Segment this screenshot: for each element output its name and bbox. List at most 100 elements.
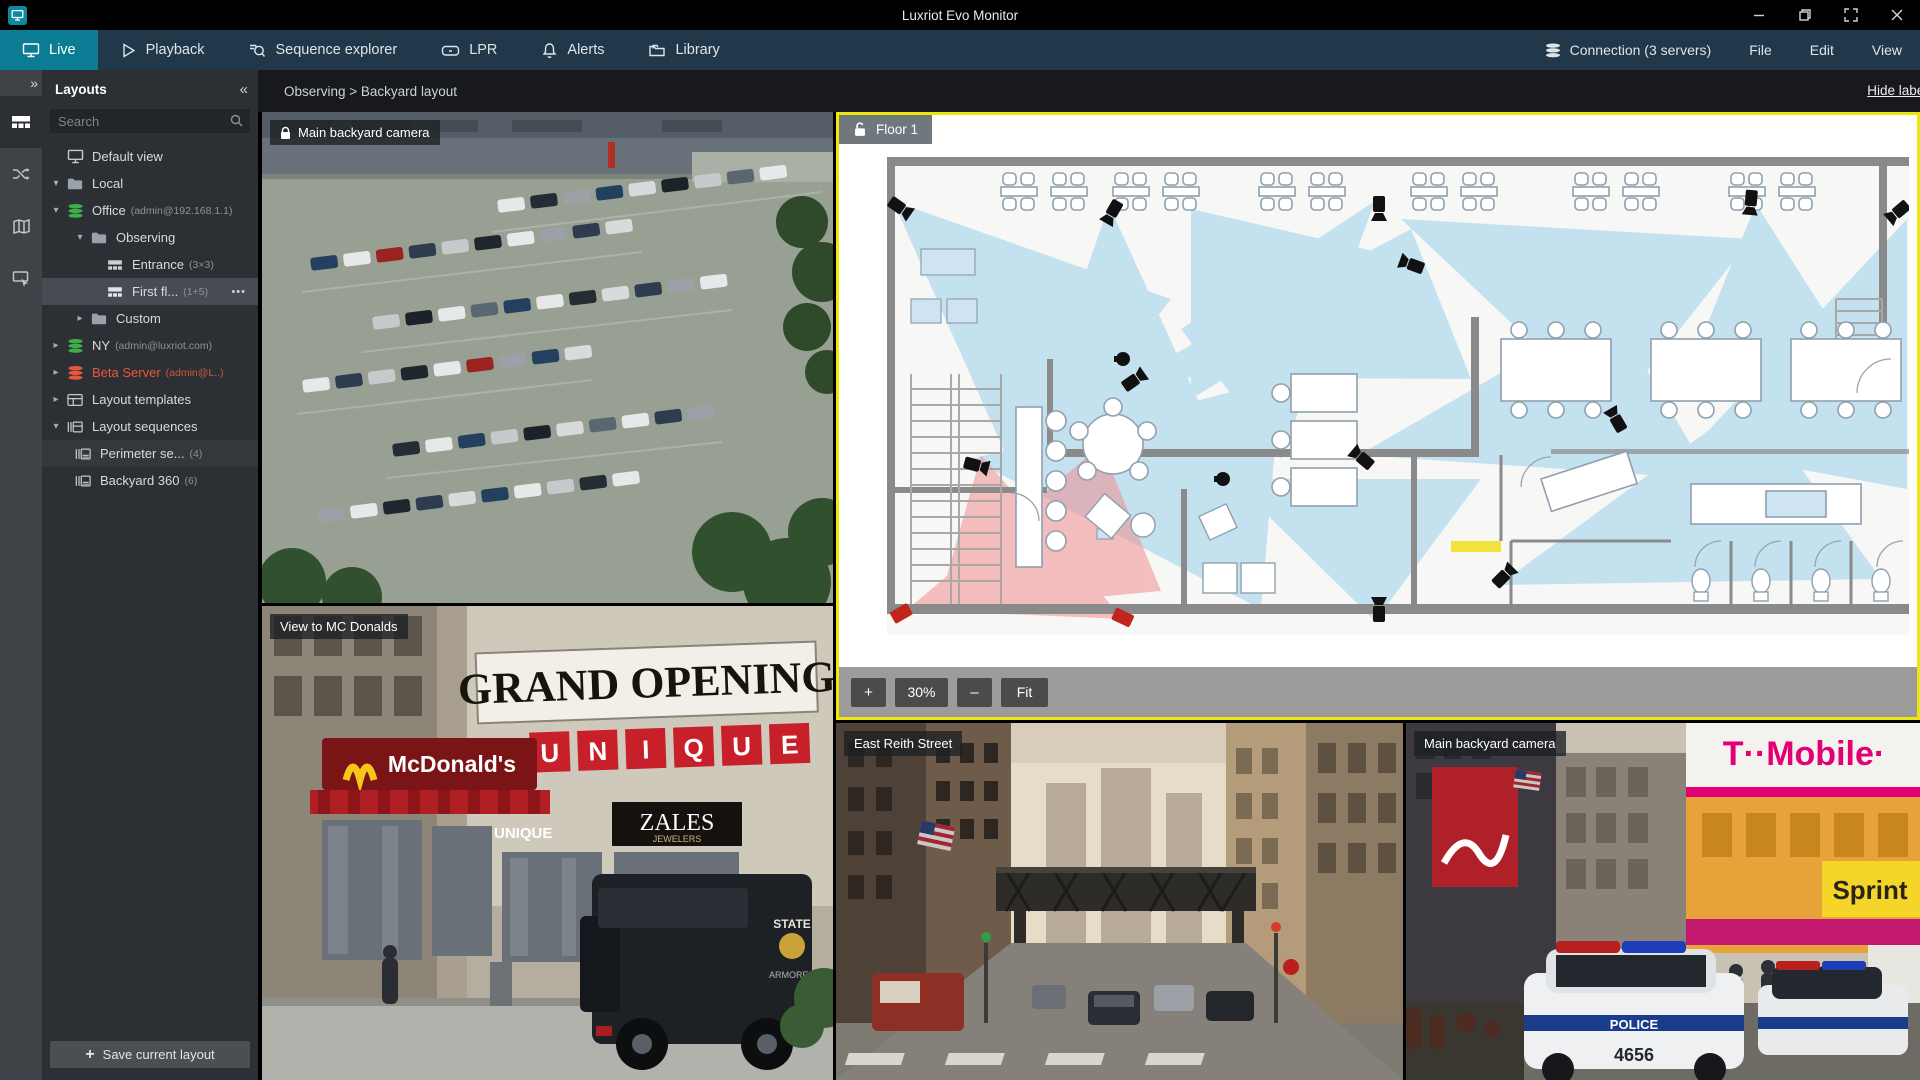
- police-car: POLICE 4656: [1524, 941, 1744, 1080]
- tab-sequence-explorer[interactable]: Sequence explorer: [226, 30, 419, 70]
- highlighted-wall-segment: [1451, 541, 1501, 552]
- left-rail: »: [0, 70, 42, 1080]
- tree-item-first-floor[interactable]: First fl... (1+5) •••: [42, 278, 258, 305]
- search-input[interactable]: [50, 109, 250, 133]
- tree-item-custom[interactable]: ▸ Custom: [42, 305, 258, 332]
- tree-item-office-server[interactable]: ▾ Office (admin@192.168.1.1): [42, 197, 258, 224]
- tree-item-observing[interactable]: ▾ Observing: [42, 224, 258, 251]
- connection-menu[interactable]: Connection (3 servers): [1544, 42, 1711, 59]
- library-folder-icon: [649, 44, 666, 56]
- minimize-button[interactable]: [1736, 0, 1782, 30]
- layouts-grid-icon: [12, 116, 30, 128]
- save-current-layout-button[interactable]: + Save current layout: [50, 1041, 250, 1068]
- chevron-right-icon[interactable]: ▸: [48, 367, 64, 378]
- layout-sequence-icon: [64, 420, 86, 434]
- rail-maps-button[interactable]: [0, 200, 42, 252]
- menu-file[interactable]: File: [1749, 42, 1772, 58]
- chevron-right-icon[interactable]: ▸: [72, 313, 88, 324]
- close-button[interactable]: [1874, 0, 1920, 30]
- title-bar: Luxriot Evo Monitor: [0, 0, 1920, 30]
- zoom-out-button[interactable]: –: [957, 677, 992, 707]
- rail-remote-screen-button[interactable]: [0, 252, 42, 304]
- camera-tile-main-backyard[interactable]: Main backyard camera: [262, 112, 833, 603]
- menu-edit[interactable]: Edit: [1810, 42, 1834, 58]
- tree-item-default-view[interactable]: Default view: [42, 143, 258, 170]
- zales-sub-sign: JEWELERS: [653, 834, 702, 844]
- camera-tile-backyard2[interactable]: Main backyard camera T··Mobile· Sprint P…: [1406, 723, 1920, 1080]
- tab-alerts[interactable]: Alerts: [519, 30, 626, 70]
- tab-playback[interactable]: Playback: [98, 30, 227, 70]
- floorplan-label: Floor 1: [839, 115, 933, 144]
- layout-grid-icon: [104, 286, 126, 298]
- tab-lpr[interactable]: LPR: [419, 30, 519, 70]
- tree-item-ny-server[interactable]: ▸ NY (admin@luxriot.com): [42, 332, 258, 359]
- tab-live[interactable]: Live: [0, 30, 98, 70]
- servers-stack-icon: [1545, 43, 1560, 57]
- tree-item-layout-sequences[interactable]: ▾ Layout sequences: [42, 413, 258, 440]
- svg-text:Q: Q: [683, 733, 704, 764]
- fullscreen-button[interactable]: [1828, 0, 1874, 30]
- expand-panel-button[interactable]: »: [0, 70, 42, 96]
- layout-template-icon: [64, 393, 86, 407]
- zoom-fit-button[interactable]: Fit: [1001, 677, 1048, 707]
- folder-icon: [88, 231, 110, 244]
- tree-item-local[interactable]: ▾ Local: [42, 170, 258, 197]
- zoom-in-button[interactable]: +: [851, 677, 886, 707]
- unlock-icon: [855, 122, 865, 136]
- sequence-item-icon: [72, 447, 94, 461]
- tree-item-perimeter-sequence[interactable]: Perimeter se... (4): [42, 440, 258, 467]
- floorplan-tile-floor1[interactable]: Floor 1 + 30% – Fit: [836, 112, 1920, 720]
- camera-label: Main backyard camera: [270, 120, 440, 145]
- server-stack-green-icon: [64, 203, 86, 219]
- svg-text:POLICE: POLICE: [1610, 1017, 1659, 1032]
- restore-button[interactable]: [1782, 0, 1828, 30]
- tree-item-entrance[interactable]: Entrance (3×3): [42, 251, 258, 278]
- svg-text:T··Mobile·: T··Mobile·: [1723, 735, 1885, 773]
- tree-item-layout-templates[interactable]: ▸ Layout templates: [42, 386, 258, 413]
- tree-item-beta-server[interactable]: ▸ Beta Server (admin@L..): [42, 359, 258, 386]
- search-icon: [229, 113, 244, 133]
- zoom-level-indicator[interactable]: 30%: [895, 677, 948, 707]
- tree-item-backyard-360[interactable]: Backyard 360 (6): [42, 467, 258, 494]
- floorplan-zoom-toolbar: + 30% – Fit: [839, 667, 1917, 717]
- chevron-down-icon[interactable]: ▾: [72, 232, 88, 243]
- panel-title: Layouts: [55, 82, 107, 97]
- license-plate-icon: [441, 45, 460, 56]
- camera-tile-east-reith[interactable]: East Reith Street: [836, 723, 1403, 1080]
- folder-icon: [88, 312, 110, 325]
- item-menu-button[interactable]: •••: [231, 286, 246, 298]
- hide-labels-link[interactable]: Hide labels: [1867, 83, 1920, 98]
- svg-text:Sprint: Sprint: [1832, 875, 1907, 905]
- rail-sequences-button[interactable]: [0, 148, 42, 200]
- chevron-down-icon[interactable]: ▾: [48, 178, 64, 189]
- shuffle-icon: [13, 168, 30, 180]
- menu-view[interactable]: View: [1872, 42, 1902, 58]
- chevron-right-icon[interactable]: ▸: [48, 394, 64, 405]
- chevron-right-icon[interactable]: ▸: [48, 340, 64, 351]
- main-nav: Live Playback Sequence explorer LPR Aler…: [0, 30, 1920, 70]
- mcdonalds-sign: McDonald's: [388, 751, 516, 777]
- sprint-sign: Sprint: [1822, 861, 1920, 917]
- backyard2-street-scene: T··Mobile· Sprint POLICE 4656: [1406, 723, 1920, 1080]
- camera-tile-mcdonalds[interactable]: View to MC Donalds GRAND OPENING U N I Q…: [262, 606, 833, 1080]
- sequence-search-icon: [250, 44, 266, 57]
- plus-icon: +: [85, 1045, 95, 1063]
- red-billboard: [1432, 767, 1518, 887]
- chevron-down-icon[interactable]: ▾: [48, 421, 64, 432]
- tab-library[interactable]: Library: [626, 30, 741, 70]
- server-stack-green-icon: [64, 338, 86, 354]
- svg-text:U: U: [540, 738, 560, 769]
- breadcrumb: Observing > Backyard layout: [284, 83, 457, 99]
- east-reith-scene: [836, 723, 1403, 1080]
- bell-icon: [543, 42, 557, 58]
- collapse-panel-button[interactable]: «: [240, 81, 248, 98]
- truck-text-state: STATE: [773, 917, 811, 931]
- svg-text:I: I: [642, 734, 650, 764]
- rail-layouts-button[interactable]: [0, 96, 42, 148]
- svg-text:N: N: [588, 736, 608, 767]
- unique-sign: UNIQUE: [494, 825, 552, 842]
- folder-icon: [64, 177, 86, 190]
- chevron-down-icon[interactable]: ▾: [48, 205, 64, 216]
- svg-text:E: E: [780, 729, 798, 760]
- armored-truck: STATE ARMORED: [580, 874, 815, 1070]
